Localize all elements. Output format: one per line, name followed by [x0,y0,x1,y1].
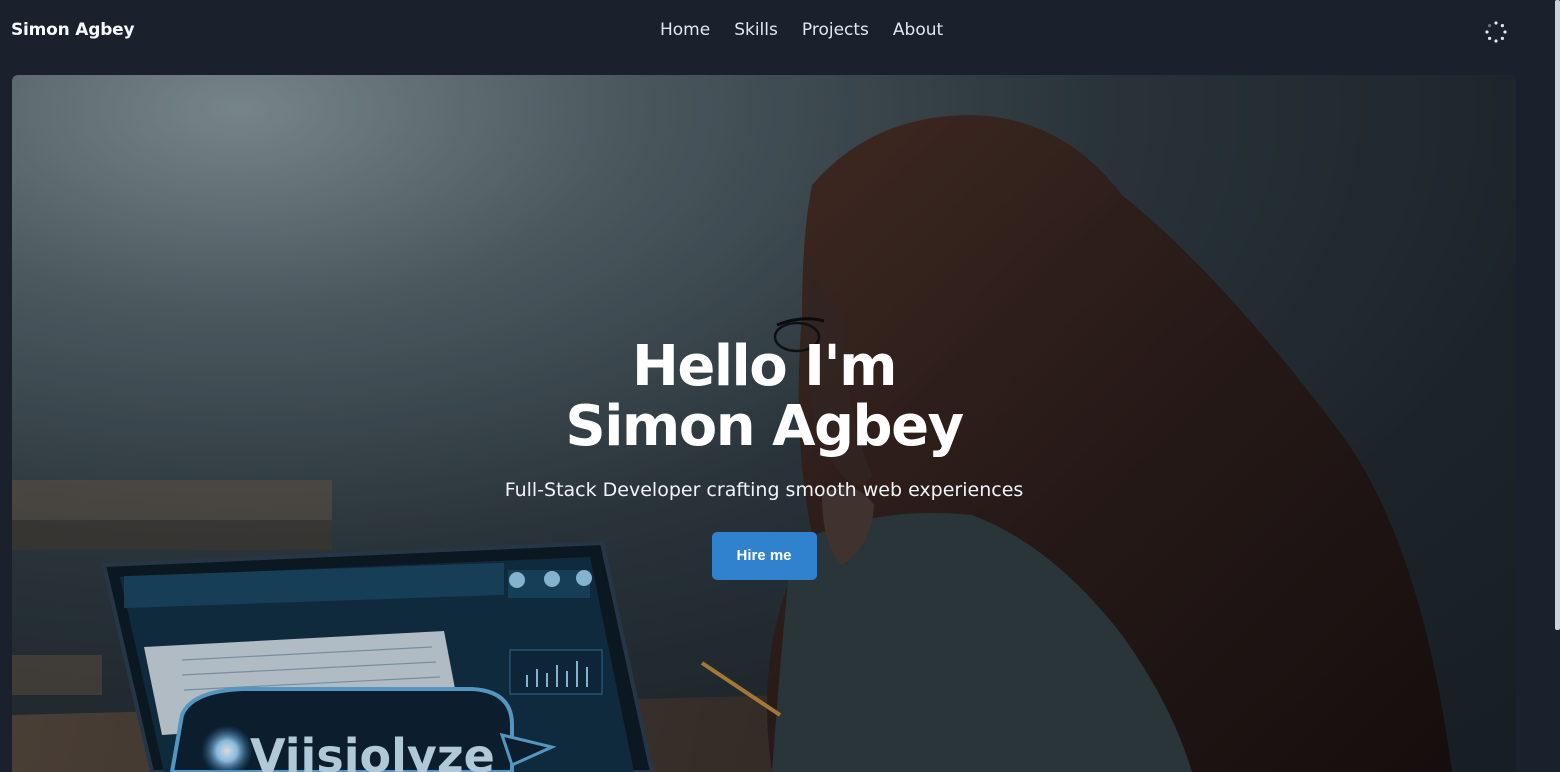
nav-link-projects[interactable]: Projects [790,20,881,40]
nav-link-skills[interactable]: Skills [722,20,790,40]
hero-subtitle: Full-Stack Developer crafting smooth web… [504,479,1024,501]
hero-content: Hello I'm Simon Agbey Full-Stack Develop… [12,337,1516,580]
spinner-dots-icon [1485,21,1507,43]
navbar: Simon Agbey Home Skills Projects About [0,0,1540,64]
hero-title-line1: Hello I'm [631,334,898,399]
theme-toggle-button[interactable] [1482,18,1510,46]
hero-title: Hello I'm Simon Agbey [12,337,1516,457]
hero-title-line2: Simon Agbey [565,394,964,459]
nav-link-home[interactable]: Home [648,20,722,40]
brand-name[interactable]: Simon Agbey [11,20,135,40]
page-scrollbar[interactable] [1555,0,1560,630]
hero-section: Viisiolyze Hello I'm Simon Agbey Full-St… [12,75,1516,772]
nav-link-about[interactable]: About [881,20,955,40]
hire-me-button[interactable]: Hire me [711,532,817,580]
nav-links: Home Skills Projects About [648,20,955,40]
